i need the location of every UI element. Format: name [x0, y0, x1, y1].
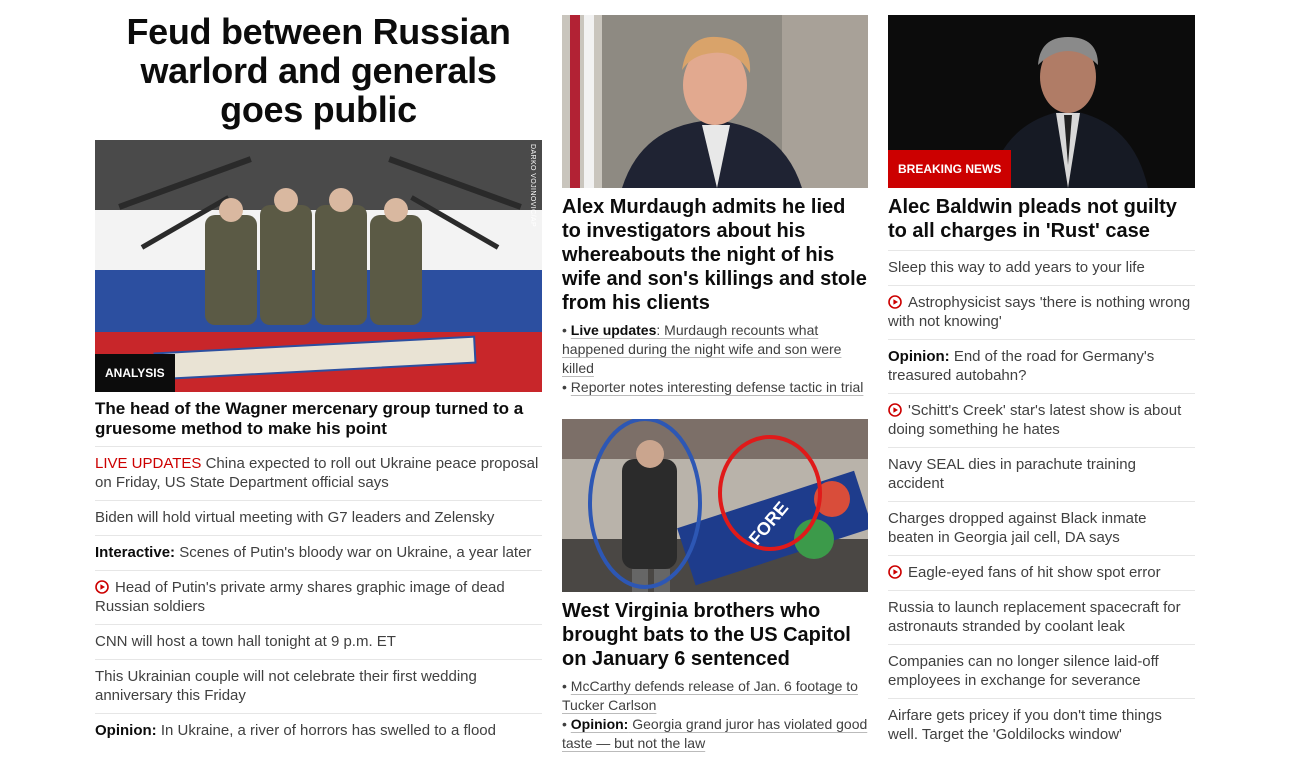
murdaugh-photo: [562, 15, 868, 188]
list-item[interactable]: CNN will host a town hall tonight at 9 p…: [95, 624, 542, 659]
opinion-link[interactable]: Opinion:: [571, 716, 629, 732]
capitol-photo: FORE: [562, 419, 868, 592]
list-item[interactable]: Opinion: In Ukraine, a river of horrors …: [95, 713, 542, 748]
right-column: BREAKING NEWS Alec Baldwin pleads not gu…: [888, 0, 1195, 752]
list-item[interactable]: Head of Putin's private army shares grap…: [95, 570, 542, 624]
live-updates-link[interactable]: Live updates: [571, 322, 657, 338]
list-item[interactable]: Companies can no longer silence laid-off…: [888, 644, 1195, 698]
interactive-label: Interactive:: [95, 544, 176, 561]
right-related-list: Sleep this way to add years to your life…: [888, 250, 1195, 752]
bullet-item[interactable]: • Live updates: Murdaugh recounts what h…: [562, 321, 868, 378]
opinion-label: Opinion:: [95, 722, 157, 739]
capitol-image[interactable]: FORE: [562, 419, 868, 592]
lead-headline[interactable]: Feud between Russian warlord and general…: [95, 12, 542, 129]
list-item[interactable]: Airfare gets pricey if you don't time th…: [888, 698, 1195, 752]
opinion-label: Opinion:: [888, 348, 950, 365]
middle-column: Alex Murdaugh admits he lied to investig…: [562, 0, 868, 753]
lead-related-list: LIVE UPDATES China expected to roll out …: [95, 446, 542, 748]
list-item[interactable]: Charges dropped against Black inmate bea…: [888, 501, 1195, 555]
wagner-mural-image[interactable]: DARKO VOJINOVIC/AP ANALYSIS: [95, 140, 542, 392]
list-item[interactable]: LIVE UPDATES China expected to roll out …: [95, 446, 542, 500]
list-item[interactable]: Sleep this way to add years to your life: [888, 250, 1195, 285]
lead-story-title[interactable]: The head of the Wagner mercenary group t…: [95, 399, 542, 439]
play-icon: [95, 580, 109, 594]
analysis-label: ANALYSIS: [95, 354, 175, 392]
play-icon: [888, 565, 902, 579]
play-icon: [888, 403, 902, 417]
murdaugh-title[interactable]: Alex Murdaugh admits he lied to investig…: [562, 195, 868, 315]
list-item[interactable]: Eagle-eyed fans of hit show spot error: [888, 555, 1195, 590]
photo-credit: DARKO VOJINOVIC/AP: [529, 144, 536, 228]
list-item[interactable]: Opinion: End of the road for Germany's t…: [888, 339, 1195, 393]
breaking-news-label: BREAKING NEWS: [888, 150, 1012, 188]
list-item[interactable]: Biden will hold virtual meeting with G7 …: [95, 500, 542, 535]
bullet-item[interactable]: • Reporter notes interesting defense tac…: [562, 378, 868, 397]
murdaugh-bullets: • Live updates: Murdaugh recounts what h…: [562, 321, 868, 397]
lead-column: Feud between Russian warlord and general…: [95, 0, 542, 748]
baldwin-title[interactable]: Alec Baldwin pleads not guilty to all ch…: [888, 195, 1195, 243]
baldwin-image[interactable]: BREAKING NEWS: [888, 15, 1195, 188]
list-item[interactable]: This Ukrainian couple will not celebrate…: [95, 659, 542, 713]
murdaugh-image[interactable]: [562, 15, 868, 188]
list-item[interactable]: 'Schitt's Creek' star's latest show is a…: [888, 393, 1195, 447]
list-item[interactable]: Navy SEAL dies in parachute training acc…: [888, 447, 1195, 501]
list-item[interactable]: Interactive: Scenes of Putin's bloody wa…: [95, 535, 542, 570]
play-icon: [888, 295, 902, 309]
live-updates-label: LIVE UPDATES: [95, 455, 202, 472]
bullet-item[interactable]: • Opinion: Georgia grand juror has viola…: [562, 715, 868, 753]
bullet-item[interactable]: • McCarthy defends release of Jan. 6 foo…: [562, 677, 868, 715]
capitol-title[interactable]: West Virginia brothers who brought bats …: [562, 599, 868, 671]
capitol-bullets: • McCarthy defends release of Jan. 6 foo…: [562, 677, 868, 753]
list-item[interactable]: Russia to launch replacement spacecraft …: [888, 590, 1195, 644]
list-item[interactable]: Astrophysicist says 'there is nothing wr…: [888, 285, 1195, 339]
